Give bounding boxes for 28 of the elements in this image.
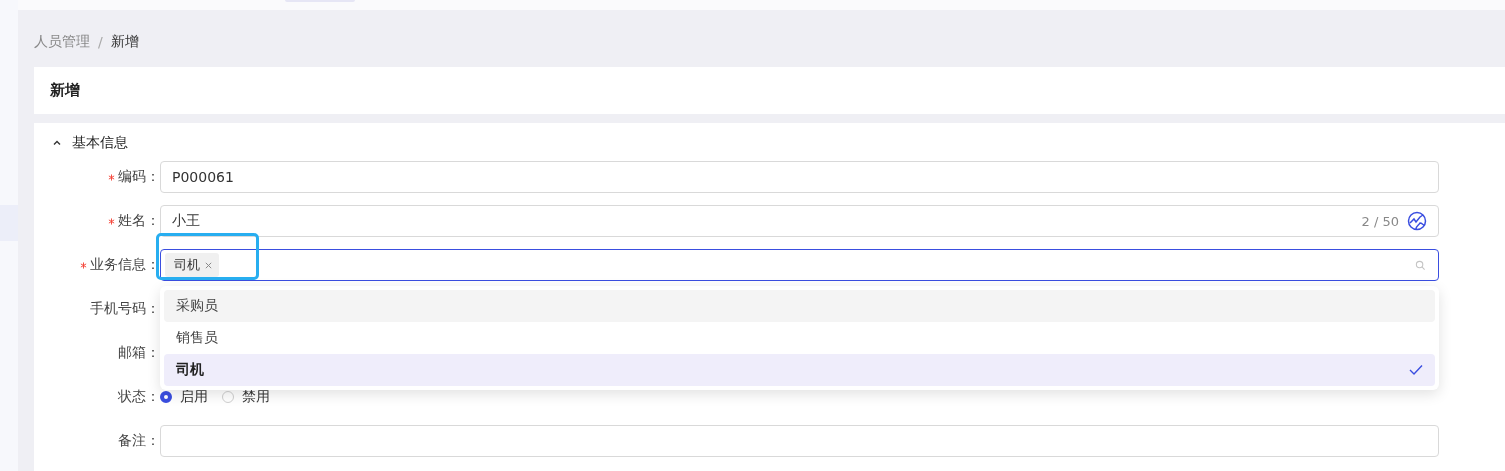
- text-field[interactable]: P000061: [160, 161, 1439, 193]
- breadcrumb-separator: /: [98, 34, 103, 50]
- globe-icon[interactable]: [1407, 211, 1427, 231]
- radio-option[interactable]: 禁用: [222, 388, 270, 406]
- breadcrumb-item: 新增: [110, 33, 139, 51]
- dropdown-option[interactable]: 司机: [164, 354, 1435, 386]
- section-title: 基本信息: [72, 134, 128, 152]
- text-field[interactable]: 小王 2 / 50: [160, 205, 1439, 237]
- page-title: 新增: [50, 81, 80, 100]
- field-label: 状态：: [118, 388, 160, 406]
- close-icon[interactable]: [204, 260, 213, 270]
- field-label: 备注：: [118, 432, 160, 450]
- tag: 司机: [165, 253, 219, 277]
- field-label: 邮箱：: [118, 344, 160, 362]
- search-icon: [1415, 259, 1426, 271]
- text-field[interactable]: [160, 425, 1439, 457]
- section-header[interactable]: 基本信息: [34, 133, 162, 153]
- char-counter: 2 / 50: [1361, 213, 1399, 229]
- radio-circle[interactable]: [160, 391, 172, 403]
- field-label: 姓名：: [118, 212, 160, 230]
- field-label: 手机号码：: [90, 300, 160, 318]
- field-value: P000061: [172, 169, 234, 185]
- field-label: 业务信息：: [90, 256, 160, 274]
- dropdown-option[interactable]: 销售员: [164, 322, 1435, 354]
- field-value: 小王: [172, 212, 200, 230]
- select-field[interactable]: 司机: [160, 249, 1439, 281]
- field-label: 编码：: [118, 168, 160, 186]
- dropdown-option[interactable]: 采购员: [164, 290, 1435, 322]
